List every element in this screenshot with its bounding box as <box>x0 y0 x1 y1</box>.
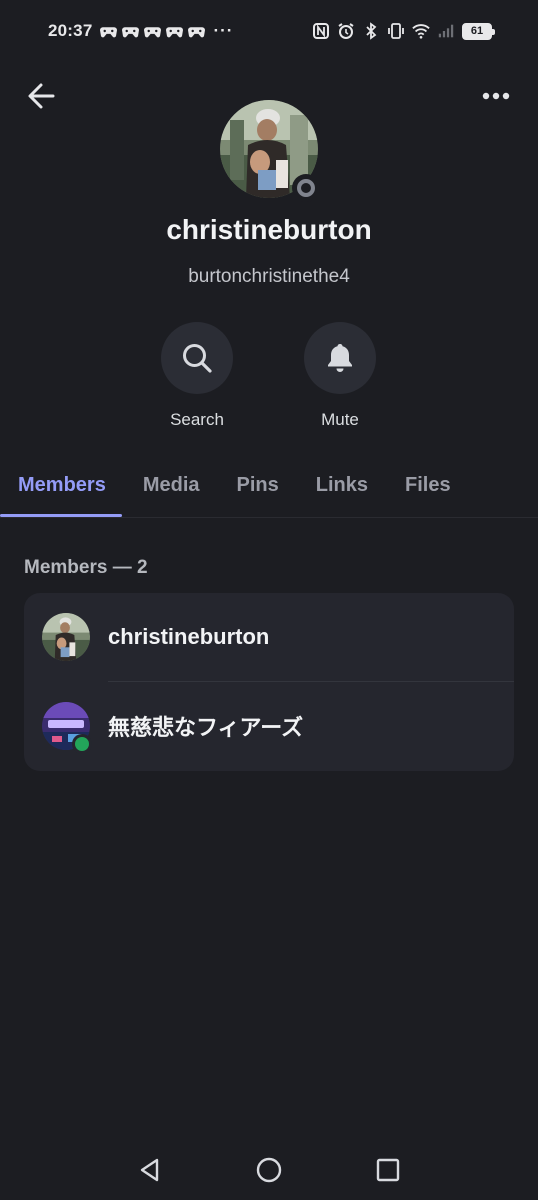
status-time: 20:37 <box>48 21 93 40</box>
status-bar-right: 61 <box>312 22 495 40</box>
system-nav-bar <box>0 1140 538 1200</box>
circle-home-icon <box>256 1157 282 1183</box>
status-bar-left: 20:37 ··· <box>48 21 233 41</box>
nav-back-button[interactable] <box>130 1150 170 1190</box>
member-avatar <box>42 613 90 661</box>
tab-bar: Members Media Pins Links Files <box>0 456 538 518</box>
more-horizontal-icon <box>482 92 510 100</box>
search-icon <box>183 344 212 373</box>
wifi-icon <box>412 24 430 39</box>
online-status-indicator <box>72 734 92 754</box>
search-button-label: Search <box>170 410 224 429</box>
notification-icons <box>100 25 206 38</box>
tab-members[interactable]: Members <box>18 456 106 497</box>
more-options-button[interactable] <box>476 80 516 112</box>
mute-button-label: Mute <box>321 410 359 429</box>
screen: 20:37 ··· 61 christineburton burtonchris… <box>0 0 538 1200</box>
tab-pins[interactable]: Pins <box>237 456 279 497</box>
member-name: christineburton <box>108 624 270 649</box>
member-avatar <box>42 702 92 754</box>
square-recents-icon <box>377 1158 400 1182</box>
list-item[interactable]: christineburton <box>24 593 514 681</box>
display-name: christineburton <box>166 214 372 245</box>
nfc-icon <box>313 23 329 39</box>
search-button[interactable]: Search <box>142 322 252 430</box>
members-list: christineburton 無慈悲なフィアーズ <box>24 593 514 771</box>
avatar-photo <box>42 613 90 661</box>
back-button[interactable] <box>22 76 62 116</box>
tab-media[interactable]: Media <box>143 456 200 497</box>
game-controller-icon <box>188 26 206 37</box>
member-name: 無慈悲なフィアーズ <box>108 715 304 740</box>
game-controller-icon <box>122 26 140 37</box>
battery-icon: 61 <box>462 22 495 40</box>
arrow-left-icon <box>28 83 55 109</box>
vibrate-icon <box>388 23 404 39</box>
bell-icon <box>328 344 352 372</box>
mute-button-circle <box>304 322 376 394</box>
game-controller-icon <box>166 26 184 37</box>
tab-files[interactable]: Files <box>405 456 451 497</box>
status-bar: 20:37 ··· 61 <box>0 0 538 62</box>
tab-links[interactable]: Links <box>316 456 368 497</box>
more-notifications-indicator: ··· <box>213 21 234 40</box>
mute-button[interactable]: Mute <box>285 322 395 430</box>
nav-home-button[interactable] <box>249 1150 289 1190</box>
bluetooth-icon <box>366 22 377 40</box>
username: burtonchristinethe4 <box>188 266 350 287</box>
tab-divider <box>0 517 538 518</box>
game-controller-icon <box>100 26 118 37</box>
list-item[interactable]: 無慈悲なフィアーズ <box>24 682 514 770</box>
game-controller-icon <box>144 26 162 37</box>
triangle-back-icon <box>140 1158 158 1182</box>
members-section-title: Members — 2 <box>24 557 148 578</box>
nav-recents-button[interactable] <box>368 1150 408 1190</box>
search-button-circle <box>161 322 233 394</box>
alarm-icon <box>338 23 354 39</box>
offline-status-indicator <box>292 174 320 202</box>
signal-icon <box>438 24 454 38</box>
